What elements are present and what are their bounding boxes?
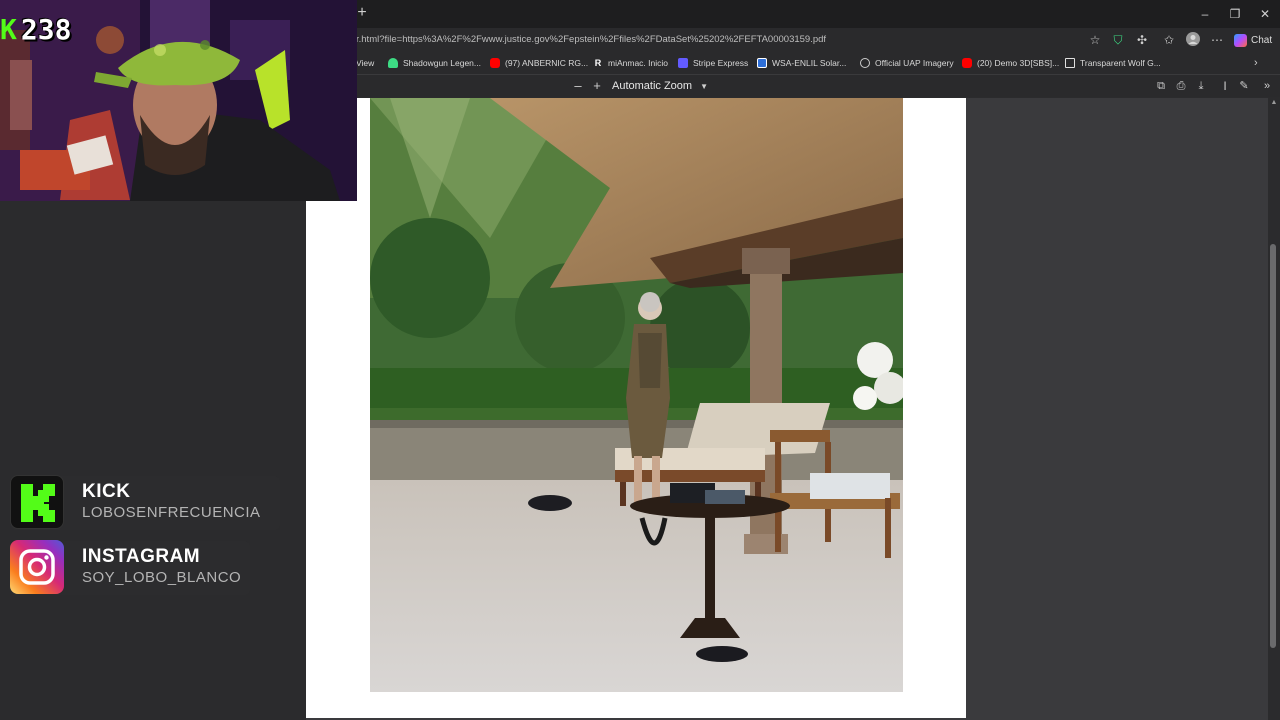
- viewer-count: K 238: [0, 14, 71, 46]
- document-icon: [1065, 58, 1075, 68]
- url-text: r.html?file=https%3A%2F%2Fwww.justice.go…: [356, 34, 827, 45]
- instagram-logo-icon: [10, 540, 64, 594]
- bookmark-demo-3d[interactable]: (20) Demo 3D[SBS]...: [962, 55, 1059, 71]
- profile-avatar-icon[interactable]: [1185, 32, 1201, 48]
- print-icon[interactable]: ⎙: [1174, 78, 1188, 94]
- chat-button[interactable]: Chat: [1234, 31, 1272, 49]
- chevron-right-icon[interactable]: ›: [1254, 55, 1264, 71]
- bookmark-anbernic[interactable]: (97) ANBERNIC RG...: [490, 55, 588, 71]
- stripe-icon: [678, 58, 688, 68]
- globe-icon: [860, 58, 870, 68]
- social-text: INSTAGRAM SOY_LOBO_BLANCO: [82, 546, 241, 588]
- kick-logo-icon: [10, 475, 64, 529]
- zoom-out-button[interactable]: –: [571, 78, 585, 94]
- social-badge-instagram: INSTAGRAM SOY_LOBO_BLANCO: [10, 539, 250, 595]
- save-icon[interactable]: ⤓: [1194, 78, 1208, 94]
- url-field[interactable]: r.html?file=https%3A%2F%2Fwww.justice.go…: [350, 30, 1110, 50]
- bookmark-label: Transparent Wolf G...: [1080, 58, 1161, 68]
- zoom-select-label: Automatic Zoom: [612, 80, 693, 92]
- bookmark-mianmac[interactable]: R miAnmac. Inicio: [593, 55, 668, 71]
- youtube-icon: [490, 58, 500, 68]
- resort-photo-image: [370, 98, 903, 692]
- bookmark-label: (97) ANBERNIC RG...: [505, 58, 589, 68]
- viewer-count-number: 238: [20, 13, 72, 46]
- close-window-button[interactable]: ✕: [1254, 5, 1276, 23]
- noaa-icon: [757, 58, 767, 68]
- bookmark-label: Stripe Express: [693, 58, 749, 68]
- extensions-icon[interactable]: ✣: [1134, 32, 1150, 48]
- zoom-select[interactable]: Automatic Zoom ▼: [608, 78, 712, 94]
- more-menu-icon[interactable]: ⋯: [1209, 32, 1225, 48]
- scrollbar-thumb[interactable]: [1270, 244, 1276, 648]
- bookmark-view[interactable]: View: [356, 55, 374, 71]
- sidebar-toggle-icon[interactable]: »: [1260, 78, 1274, 94]
- bookmark-transparent-wolf[interactable]: Transparent Wolf G...: [1065, 55, 1161, 71]
- bookmark-wsa-enlil[interactable]: WSA-ENLIL Solar...: [757, 55, 846, 71]
- open-external-icon[interactable]: ⧉: [1154, 78, 1168, 94]
- bookmark-uap[interactable]: Official UAP Imagery: [860, 55, 954, 71]
- social-badge-kick: KICK LOBOSENFRECUENCIA: [10, 474, 280, 530]
- scrollbar[interactable]: ▲: [1268, 98, 1280, 720]
- social-title: KICK: [82, 481, 131, 502]
- kick-k-icon: K: [0, 13, 17, 46]
- pdf-viewer[interactable]: [306, 98, 1268, 720]
- star-bookmark-icon[interactable]: ☆: [1087, 32, 1103, 48]
- maximize-button[interactable]: ❐: [1224, 5, 1246, 23]
- webcam-overlay: K 238: [0, 0, 357, 201]
- chevron-down-icon: ▼: [700, 81, 709, 91]
- bookmark-label: miAnmac. Inicio: [608, 58, 668, 68]
- scroll-up-arrow-icon[interactable]: ▲: [1268, 98, 1280, 108]
- bookmark-label: Official UAP Imagery: [875, 58, 954, 68]
- social-title: INSTAGRAM: [82, 546, 201, 567]
- social-handle: SOY_LOBO_BLANCO: [82, 569, 242, 586]
- bookmark-label: Shadowgun Legen...: [403, 58, 481, 68]
- bookmark-shadowgun[interactable]: Shadowgun Legen...: [388, 55, 481, 71]
- chat-label: Chat: [1251, 34, 1273, 46]
- bookmark-label: View: [356, 58, 375, 68]
- draw-pen-icon[interactable]: ✎: [1237, 78, 1251, 94]
- bookmark-label: (20) Demo 3D[SBS]...: [977, 58, 1060, 68]
- social-handle: LOBOSENFRECUENCIA: [82, 504, 261, 521]
- r-logo-icon: R: [594, 58, 602, 68]
- new-tab-button[interactable]: +: [355, 4, 369, 22]
- zoom-in-button[interactable]: +: [590, 78, 604, 94]
- favorites-icon[interactable]: ✩: [1161, 32, 1177, 48]
- minimize-button[interactable]: –: [1194, 5, 1216, 23]
- android-icon: [388, 58, 398, 68]
- text-cursor-icon[interactable]: I: [1218, 78, 1232, 94]
- shield-extension-icon[interactable]: ⛉: [1110, 32, 1126, 48]
- copilot-icon: [1234, 33, 1247, 47]
- pdf-page: [306, 98, 966, 718]
- bookmark-stripe[interactable]: Stripe Express: [678, 55, 748, 71]
- youtube-icon: [962, 58, 972, 68]
- bookmark-label: WSA-ENLIL Solar...: [772, 58, 847, 68]
- social-text: KICK LOBOSENFRECUENCIA: [82, 481, 261, 523]
- document-photo: [370, 98, 903, 692]
